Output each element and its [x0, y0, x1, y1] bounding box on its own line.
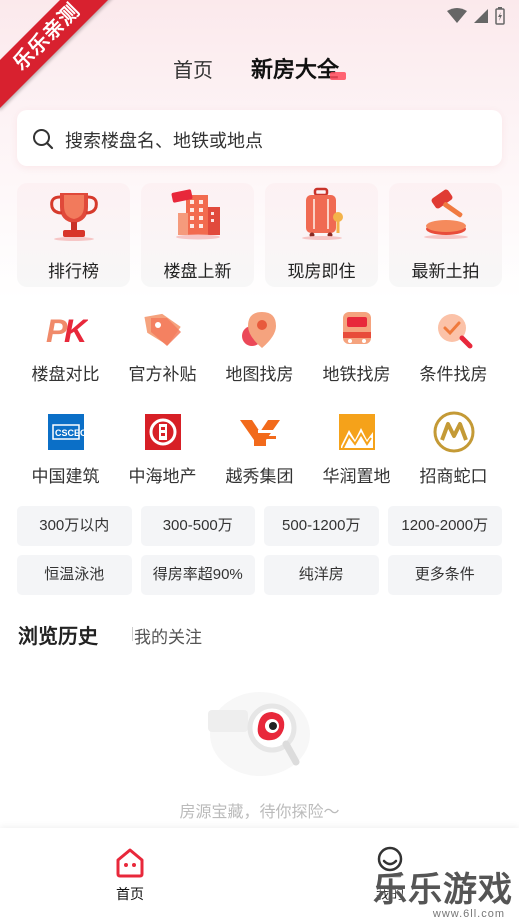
tab-new-house[interactable]: 新房大全 — [251, 52, 339, 84]
grid-item-map-search[interactable]: 地图找房 — [211, 308, 308, 388]
tab-browse-history[interactable]: 浏览历史 — [18, 620, 98, 649]
site-watermark: 乐乐游戏 www.6ll.com — [373, 872, 513, 920]
yuexiu-logo-icon — [239, 420, 280, 446]
chip-price-0[interactable]: 300万以内 — [17, 506, 132, 546]
tool-grid-row: P K 楼盘对比 官方补贴 地图找房 地铁找房 条件找房 — [17, 308, 502, 388]
grid-label-filter-search: 条件找房 — [419, 365, 488, 384]
history-tabs: 浏览历史 我的关注 — [18, 620, 498, 650]
empty-state-magnifier-icon — [208, 692, 310, 776]
chip-feature-efficiency[interactable]: 得房率超90% — [140, 555, 255, 595]
chip-feature-villa[interactable]: 纯洋房 — [264, 555, 379, 595]
grid-label-compare: 楼盘对比 — [31, 365, 100, 384]
tab-my-follow[interactable]: 我的关注 — [134, 623, 202, 648]
grid-label-crland: 华润置地 — [322, 467, 391, 486]
chip-price-3[interactable]: 1200-2000万 — [387, 506, 502, 546]
feature-card-new-listing[interactable]: 楼盘上新 — [141, 183, 254, 287]
feature-cards: 排行榜 楼盘上新 现房即住 最新土拍 — [17, 183, 502, 287]
chip-price-2[interactable]: 500-1200万 — [264, 506, 379, 546]
search-placeholder: 搜索楼盘名、地铁或地点 — [65, 131, 263, 151]
grid-label-subsidy: 官方补贴 — [128, 365, 197, 384]
grid-item-subsidy[interactable]: 官方补贴 — [114, 308, 211, 388]
grid-item-cscec[interactable]: CSCEC 中国建筑 — [17, 410, 114, 490]
chip-feature-pool[interactable]: 恒温泳池 — [17, 555, 132, 595]
chip-price-1[interactable]: 300-500万 — [140, 506, 255, 546]
tag-icon — [143, 313, 181, 346]
wifi-icon — [447, 8, 467, 23]
tab-home[interactable]: 首页 — [173, 54, 213, 83]
bottom-nav-home-label: 首页 — [116, 886, 144, 902]
feature-card-ranking[interactable]: 排行榜 — [17, 183, 130, 287]
grid-label-coli: 中海地产 — [128, 467, 197, 486]
feature-label-ranking: 排行榜 — [48, 262, 99, 281]
signal-icon — [474, 9, 488, 23]
price-filter-chips: 300万以内 300-500万 500-1200万 1200-2000万 — [17, 506, 502, 546]
metro-icon — [342, 312, 371, 344]
grid-label-cmsk: 招商蛇口 — [419, 467, 488, 486]
grid-item-coli[interactable]: 中海地产 — [114, 410, 211, 490]
watermark-url: www.6ll.com — [432, 908, 505, 920]
trophy-icon — [49, 193, 98, 241]
home-icon — [116, 848, 144, 878]
new-building-icon — [171, 189, 220, 240]
coli-logo-icon — [144, 414, 181, 450]
developer-grid-row: CSCEC 中国建筑 中海地产 越秀集团 华润置地 招商蛇口 — [17, 410, 502, 490]
empty-state-text: 房源宝藏，待你探险～ — [179, 804, 340, 821]
feature-label-land-auction: 最新土拍 — [411, 262, 480, 281]
feature-filter-chips: 恒温泳池 得房率超90% 纯洋房 更多条件 — [17, 555, 502, 595]
grid-label-map-search: 地图找房 — [225, 365, 294, 384]
feature-card-ready-house[interactable]: 现房即住 — [265, 183, 378, 287]
luggage-key-icon — [301, 187, 343, 240]
feature-label-new-listing: 楼盘上新 — [163, 262, 232, 281]
feature-label-ready-house: 现房即住 — [287, 262, 356, 281]
grid-item-cmsk[interactable]: 招商蛇口 — [405, 410, 502, 490]
grid-item-crland[interactable]: 华润置地 — [308, 410, 405, 490]
bottom-nav-home[interactable]: 首页 — [108, 846, 152, 902]
grid-label-metro-search: 地铁找房 — [322, 365, 391, 384]
grid-item-yuexiu[interactable]: 越秀集团 — [211, 410, 308, 490]
cmsk-logo-icon — [433, 411, 474, 453]
watermark-text: 乐乐游戏 — [373, 871, 513, 909]
map-pin-icon — [241, 312, 276, 348]
crland-logo-icon — [338, 414, 375, 450]
chip-more-conditions[interactable]: 更多条件 — [387, 555, 502, 595]
svg-text:K: K — [64, 313, 88, 349]
search-input[interactable]: 搜索楼盘名、地铁或地点 — [17, 110, 502, 166]
active-tab-indicator — [330, 72, 346, 80]
svg-text:CSCEC: CSCEC — [55, 428, 87, 438]
top-nav-tabs: 首页 新房大全 — [0, 50, 519, 86]
tab-divider — [132, 627, 133, 641]
pk-icon: P K — [46, 313, 88, 349]
grid-item-filter-search[interactable]: 条件找房 — [405, 308, 502, 388]
search-icon — [33, 129, 54, 150]
cscec-logo-icon: CSCEC — [47, 414, 87, 450]
status-icons — [447, 7, 505, 25]
grid-label-yuexiu: 越秀集团 — [225, 467, 294, 486]
filter-search-icon — [437, 314, 472, 349]
auction-gavel-icon — [423, 189, 468, 239]
battery-icon — [495, 7, 505, 25]
grid-item-metro-search[interactable]: 地铁找房 — [308, 308, 405, 388]
grid-item-compare[interactable]: P K 楼盘对比 — [17, 308, 114, 388]
feature-card-land-auction[interactable]: 最新土拍 — [389, 183, 502, 287]
grid-label-cscec: 中国建筑 — [31, 467, 100, 486]
